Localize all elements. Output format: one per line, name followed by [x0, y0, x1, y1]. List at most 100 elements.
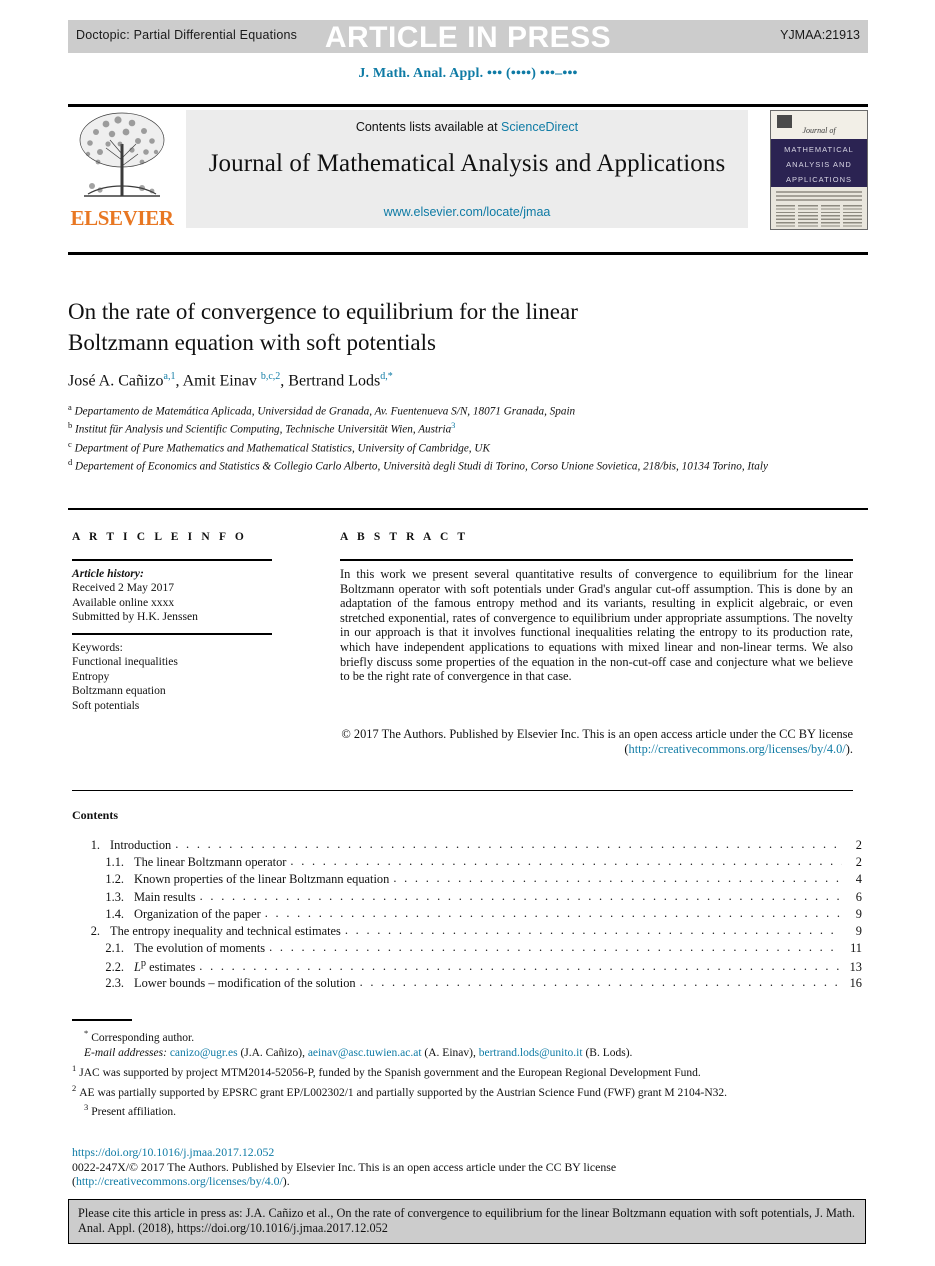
email-owner-2: (A. Einav), — [424, 1046, 476, 1059]
toc-label: The linear Boltzmann operator — [134, 855, 287, 870]
article-first-page: Doctopic: Partial Differential Equations… — [0, 0, 935, 1266]
toc-leader: . . . . . . . . . . . . . . . . . . . . … — [269, 940, 842, 955]
email-link-3[interactable]: bertrand.lods@unito.it — [479, 1047, 583, 1059]
abstract-copyright: © 2017 The Authors. Published by Elsevie… — [340, 727, 853, 756]
toc-entry[interactable]: 2.2. Lp estimates . . . . . . . . . . . … — [72, 958, 862, 975]
affiliation-text-a: Departamento de Matemática Aplicada, Uni… — [74, 405, 576, 418]
contents-available-line: Contents lists available at ScienceDirec… — [186, 120, 748, 134]
article-history-label: Article history: — [72, 567, 144, 580]
article-info-rule-mid — [72, 633, 272, 635]
toc-page: 4 — [855, 872, 862, 887]
toc-number: 1.1. — [105, 855, 124, 870]
toc-entry[interactable]: 2.3. Lower bounds – modification of the … — [72, 974, 862, 993]
affiliation-label-a: a — [68, 402, 72, 412]
toc-entry[interactable]: 1.3. Main results . . . . . . . . . . . … — [72, 888, 862, 907]
footnote-separator-rule — [72, 1019, 132, 1021]
author-name-2: Amit Einav — [182, 372, 257, 390]
abstract-heading: A B S T R A C T — [340, 531, 469, 543]
cover-title-band: MATHEMATICAL ANALYSIS AND APPLICATIONS — [771, 139, 867, 187]
toc-page: 9 — [855, 923, 862, 938]
title-line-1: On the rate of convergence to equilibriu… — [68, 299, 578, 324]
email-owner-3: (B. Lods). — [585, 1046, 633, 1059]
affiliation-text-c: Department of Pure Mathematics and Mathe… — [74, 442, 490, 455]
author-name-3: Bertrand Lods — [288, 372, 381, 390]
footnote-2: 2 AE was partially supported by EPSRC gra… — [72, 1081, 862, 1101]
footnote-1-text: JAC was supported by project MTM2014-520… — [79, 1066, 701, 1079]
affiliation-item-d: d Departement of Economics and Statistic… — [68, 456, 868, 474]
license-block: https://doi.org/10.1016/j.jmaa.2017.12.0… — [72, 1145, 862, 1189]
affiliation-item-c: c Department of Pure Mathematics and Mat… — [68, 438, 868, 456]
journal-cover-thumbnail: Journal of MATHEMATICAL ANALYSIS AND APP… — [770, 110, 868, 230]
affiliation-text-d: Departement of Economics and Statistics … — [75, 460, 768, 473]
toc-entry[interactable]: 1. Introduction . . . . . . . . . . . . … — [72, 837, 862, 855]
license-statement: 0022-247X/© 2017 The Authors. Published … — [72, 1159, 617, 1174]
toc-entry[interactable]: 1.4. Organization of the paper . . . . .… — [72, 906, 862, 924]
toc-page: 6 — [855, 889, 862, 904]
info-section-top-rule — [68, 508, 868, 510]
toc-label: Known properties of the linear Boltzmann… — [134, 872, 390, 887]
toc-page: 16 — [849, 975, 862, 990]
toc-leader: . . . . . . . . . . . . . . . . . . . . … — [290, 854, 842, 869]
footnote-mark-star: * — [84, 1028, 89, 1038]
article-info-rule-top — [72, 559, 272, 561]
toc-entry[interactable]: 1.1. The linear Boltzmann operator . . .… — [72, 854, 862, 872]
toc-label: Lp estimates — [134, 958, 196, 975]
article-history-received: Received 2 May 2017 — [72, 581, 175, 595]
affiliation-label-b: b — [68, 420, 73, 431]
footnote-email-addresses: E-mail addresses: canizo@ugr.es (J.A. Ca… — [72, 1046, 862, 1061]
affiliation-text-b: Institut für Analysis und Scientific Com… — [75, 424, 452, 437]
masthead-top-rule — [68, 104, 868, 107]
cover-journal-of-text: Journal of — [802, 126, 836, 135]
toc-number: 2.1. — [105, 941, 124, 956]
affiliation-item-a: a Departamento de Matemática Aplicada, U… — [68, 401, 868, 419]
toc-leader: . . . . . . . . . . . . . . . . . . . . … — [175, 837, 842, 851]
cover-title-line1: MATHEMATICAL — [784, 145, 854, 154]
elsevier-tree-icon — [76, 110, 168, 206]
toc-leader: . . . . . . . . . . . . . . . . . . . . … — [359, 974, 842, 989]
toc-page: 2 — [855, 855, 862, 870]
article-history-block: Article history: Received 2 May 2017 Ava… — [72, 567, 272, 625]
cover-title-line2: ANALYSIS AND — [786, 160, 852, 169]
journal-id-label: YJMAA:21913 — [780, 28, 860, 42]
toc-label: The entropy inequality and technical est… — [110, 923, 341, 938]
page-title: On the rate of convergence to equilibriu… — [68, 296, 868, 358]
toc-leader: . . . . . . . . . . . . . . . . . . . . … — [344, 922, 842, 937]
affiliation-mark-b: 3 — [451, 420, 456, 431]
affiliation-item-b: b Institut für Analysis und Scientific C… — [68, 419, 868, 437]
cc-license-link-footer[interactable]: http://creativecommons.org/licenses/by/4… — [76, 1174, 283, 1188]
author-marks-2: b,c,2 — [260, 371, 281, 382]
footnote-3: 3 Present affiliation. — [72, 1100, 862, 1120]
toc-number: 1.4. — [105, 906, 124, 921]
toc-label: Introduction — [110, 838, 172, 852]
cover-top-area: Journal of — [771, 111, 867, 139]
toc-entry[interactable]: 2.1. The evolution of moments . . . . . … — [72, 940, 862, 958]
toc-leader: . . . . . . . . . . . . . . . . . . . . … — [199, 888, 842, 903]
affiliation-label-d: d — [68, 456, 73, 467]
footnote-corresponding-text: Corresponding author. — [91, 1031, 195, 1044]
abstract-rule-top — [340, 559, 853, 561]
email-link-1[interactable]: canizo@ugr.es — [170, 1047, 238, 1059]
author-name-1: José A. Cañizo — [68, 372, 164, 390]
cc-close-paren: ). — [282, 1174, 290, 1189]
elsevier-wordmark: ELSEVIER — [70, 206, 174, 230]
email-link-2[interactable]: aeinav@asc.tuwien.ac.at — [308, 1047, 422, 1059]
footnote-corresponding-author: * Corresponding author. — [72, 1026, 862, 1046]
keywords-block: Keywords: Functional inequalities Entrop… — [72, 641, 272, 713]
cover-toc-columns — [776, 205, 862, 229]
contents-heading: Contents — [72, 808, 119, 822]
toc-entry[interactable]: 1.2. Known properties of the linear Bolt… — [72, 871, 862, 889]
doi-link[interactable]: https://doi.org/10.1016/j.jmaa.2017.12.0… — [72, 1145, 274, 1159]
toc-label: The evolution of moments — [134, 941, 266, 956]
toc-number: 1.2. — [105, 872, 124, 887]
keyword-item-1: Functional inequalities — [72, 655, 178, 669]
toc-entry[interactable]: 2. The entropy inequality and technical … — [72, 922, 862, 941]
footnotes-block: * Corresponding author. E-mail addresses:… — [72, 1026, 862, 1120]
footnote-mark-2: 2 — [72, 1082, 77, 1093]
journal-homepage-url[interactable]: www.elsevier.com/locate/jmaa — [186, 205, 748, 219]
cc-license-link[interactable]: http://creativecommons.org/licenses/by/4… — [629, 742, 846, 756]
toc-number: 2.3. — [105, 975, 124, 990]
author-list: José A. Cañizoa,1, Amit Einav b,c,2, Ber… — [68, 371, 393, 390]
article-in-press-banner: Doctopic: Partial Differential Equations… — [68, 20, 868, 54]
toc-number: 2. — [90, 923, 100, 938]
sciencedirect-link[interactable]: ScienceDirect — [501, 120, 578, 134]
